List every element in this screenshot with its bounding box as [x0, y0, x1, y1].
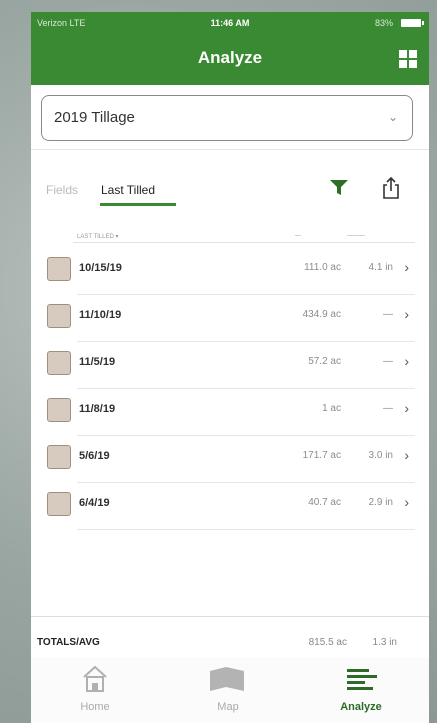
totals-area: 815.5 ac	[308, 637, 347, 648]
row-date: 11/5/19	[79, 356, 116, 368]
field-swatch	[47, 445, 71, 469]
chevron-right-icon: ›	[404, 447, 409, 463]
chevron-right-icon: ›	[404, 353, 409, 369]
status-bar: Verizon LTE 11:46 AM 83%	[31, 12, 429, 34]
chevron-down-icon: ⌄	[387, 110, 398, 124]
list-item[interactable]: 11/8/19 1 ac — ›	[31, 389, 429, 436]
date-column-header[interactable]: LAST TILLED ▾	[77, 233, 118, 240]
season-select[interactable]: 2019 Tillage ⌄	[41, 95, 413, 141]
tab-analyze-label: Analyze	[340, 701, 382, 713]
battery-icon	[401, 19, 424, 27]
tillage-list: 10/15/19 111.0 ac 4.1 in › 11/10/19 434.…	[31, 248, 429, 530]
list-item[interactable]: 10/15/19 111.0 ac 4.1 in ›	[31, 248, 429, 295]
chevron-right-icon: ›	[404, 494, 409, 510]
row-value: —	[383, 403, 393, 414]
area-column-header[interactable]: —	[295, 233, 301, 239]
tab-home-label: Home	[80, 701, 110, 713]
tab-home[interactable]: Home	[45, 657, 145, 723]
tab-map[interactable]: Map	[178, 657, 278, 723]
list-item[interactable]: 11/10/19 434.9 ac — ›	[31, 295, 429, 342]
row-area: 111.0 ac	[304, 262, 341, 273]
app-screen: Verizon LTE 11:46 AM 83% Analyze 2019 Ti…	[31, 12, 429, 723]
filter-icon[interactable]	[330, 180, 348, 196]
row-area: 171.7 ac	[302, 450, 341, 461]
season-select-value: 2019 Tillage	[54, 109, 135, 126]
analyze-icon	[347, 669, 377, 690]
share-icon[interactable]	[380, 176, 402, 200]
list-item[interactable]: 6/4/19 40.7 ac 2.9 in ›	[31, 483, 429, 530]
totals-row: TOTALS/AVG 815.5 ac 1.3 in	[31, 617, 429, 657]
field-swatch	[47, 492, 71, 516]
row-value: 2.9 in	[368, 497, 393, 508]
row-divider	[77, 529, 415, 530]
tab-last-tilled[interactable]: Last Tilled	[101, 183, 155, 197]
totals-label: TOTALS/AVG	[37, 637, 100, 648]
row-value: 4.1 in	[368, 262, 393, 273]
active-tab-indicator	[100, 203, 176, 206]
row-date: 6/4/19	[79, 497, 110, 509]
bottom-tab-bar: Home Map Analyze	[31, 657, 429, 723]
battery-percent: 83%	[374, 18, 393, 28]
row-value: 3.0 in	[368, 450, 393, 461]
list-item[interactable]: 5/6/19 171.7 ac 3.0 in ›	[31, 436, 429, 483]
row-date: 10/15/19	[79, 262, 122, 274]
chevron-right-icon: ›	[404, 306, 409, 322]
row-area: 40.7 ac	[308, 497, 341, 508]
field-swatch	[47, 304, 71, 328]
clock: 11:46 AM	[210, 18, 250, 28]
chevron-right-icon: ›	[404, 400, 409, 416]
app-header: Verizon LTE 11:46 AM 83% Analyze	[31, 12, 429, 85]
row-area: 1 ac	[322, 403, 341, 414]
grid-icon[interactable]	[399, 50, 417, 68]
field-swatch	[47, 398, 71, 422]
map-icon	[210, 667, 244, 691]
row-value: —	[383, 309, 393, 320]
tab-fields[interactable]: Fields	[46, 183, 78, 197]
row-date: 11/8/19	[79, 403, 116, 415]
value-column-header[interactable]: ———	[347, 233, 365, 239]
row-date: 11/10/19	[79, 309, 122, 321]
header-divider	[73, 242, 415, 243]
field-swatch	[47, 351, 71, 375]
row-date: 5/6/19	[79, 450, 110, 462]
tab-analyze[interactable]: Analyze	[311, 657, 411, 723]
row-area: 434.9 ac	[302, 309, 341, 320]
list-item[interactable]: 11/5/19 57.2 ac — ›	[31, 342, 429, 389]
totals-value: 1.3 in	[372, 637, 397, 648]
home-icon	[83, 665, 107, 692]
column-headers: LAST TILLED ▾ — ———	[31, 227, 429, 247]
row-area: 57.2 ac	[308, 356, 341, 367]
tab-map-label: Map	[217, 701, 239, 713]
field-swatch	[47, 257, 71, 281]
chevron-right-icon: ›	[404, 259, 409, 275]
row-value: —	[383, 356, 393, 367]
analyze-tabs: Fields Last Tilled	[31, 149, 429, 230]
page-title: Analyze	[197, 48, 263, 67]
